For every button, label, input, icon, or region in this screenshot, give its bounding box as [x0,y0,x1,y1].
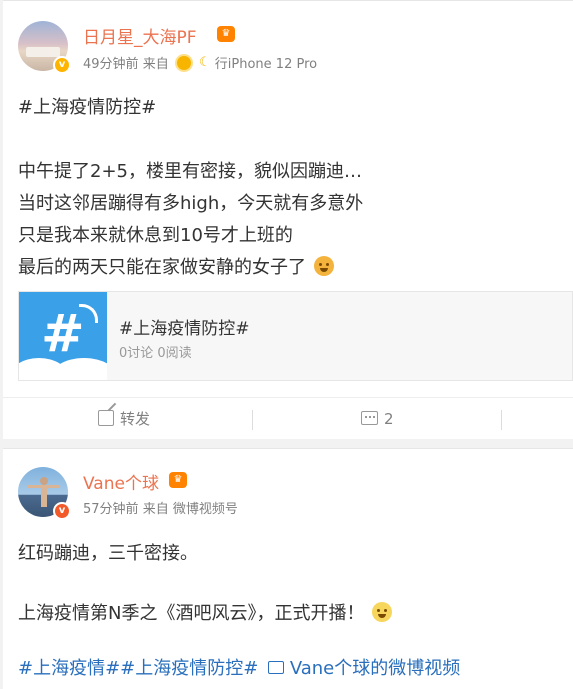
comment-button[interactable]: 2 [361,398,394,440]
username[interactable]: 日月星_大海PF [83,23,197,48]
source[interactable]: 微博视频号 [173,498,238,517]
action-divider [501,410,502,430]
vip-icon: ♛ [217,26,235,42]
post-text-line: 上海疫情第N季之《酒吧风云》，正式开播！ [18,603,365,624]
action-divider [252,410,253,430]
post-time[interactable]: 57分钟前 [83,498,139,517]
post-text-line: 中午提了2+5，楼里有密接，貌似因蹦迪… [18,161,362,182]
post-time[interactable]: 49分钟前 [83,53,139,72]
post-text-line: 红码蹦迪，三千密接。 [18,543,198,564]
smile-emoji-icon [313,256,334,276]
post-text-line: 当时这邻居蹦得有多high，今天就有多意外 [18,193,364,214]
post-card-1: v 日月星_大海PF ♛ 49分钟前 来自 ☾ 行iPhone 12 Pro #… [3,0,573,439]
source-prefix: 来自 [142,57,169,72]
post-links: #上海疫情##上海疫情防控# Vane个球的微博视频 [18,654,460,680]
topic-tag[interactable]: #上海疫情防控# [18,93,156,119]
video-link[interactable]: Vane个球的微博视频 [290,658,460,679]
post-text-line-with-emoji: 最后的两天只能在家做安静的女子了 [18,253,334,279]
repost-label: 转发 [120,410,151,428]
source-prefix: 来自 [142,502,169,517]
post-text-line: 只是我本来就休息到10号才上班的 [18,225,293,246]
video-link-icon [268,661,285,674]
verified-badge-icon: v [53,502,71,520]
post-card-2: v Vane个球 ♛ 57分钟前 来自 微博视频号 红码蹦迪，三千密接。 上海疫… [3,448,573,689]
comment-icon [361,411,378,425]
username[interactable]: Vane个球 [83,469,159,494]
post-text-line: 最后的两天只能在家做安静的女子了 [18,257,306,278]
topic-card-title[interactable]: #上海疫情防控# [119,314,250,339]
topic-tag[interactable]: #上海疫情防控# [120,658,258,679]
repost-icon [98,402,117,426]
smile-emoji-icon [372,602,393,622]
verified-badge-icon: v [53,56,71,74]
action-bar: 转发 2 [3,397,573,440]
post-meta: 57分钟前 来自 微博视频号 [83,498,238,517]
topic-card[interactable]: # #上海疫情防控# 0讨论 0阅读 [18,291,573,381]
post-meta: 49分钟前 来自 ☾ 行iPhone 12 Pro [83,53,317,72]
repost-button[interactable]: 转发 [98,398,150,440]
comment-count: 2 [384,410,394,428]
sun-icon [176,55,191,70]
topic-hash-icon: # [19,292,107,380]
topic-card-stats: 0讨论 0阅读 [119,346,192,361]
source[interactable]: 行iPhone 12 Pro [215,53,317,72]
post-text-line-with-emoji: 上海疫情第N季之《酒吧风云》，正式开播！ [18,599,393,625]
moon-icon: ☾ [198,55,211,70]
vip-icon: ♛ [169,472,187,488]
topic-tag[interactable]: #上海疫情# [18,658,120,679]
